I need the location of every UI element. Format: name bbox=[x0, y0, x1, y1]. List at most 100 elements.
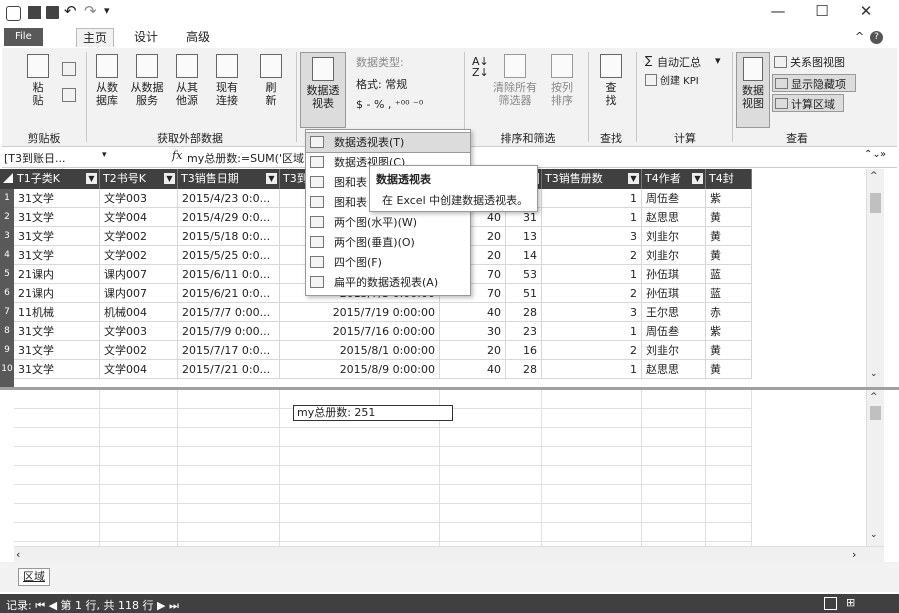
table-cell[interactable]: 31文学 bbox=[14, 208, 100, 227]
table-cell[interactable]: 黄 bbox=[706, 246, 752, 265]
undo-icon[interactable]: ↶ bbox=[64, 2, 77, 20]
table-cell[interactable]: 文学004 bbox=[100, 208, 178, 227]
table-cell[interactable]: 2015/5/18 0:0... bbox=[178, 227, 280, 246]
table-cell[interactable]: 2 bbox=[542, 284, 642, 303]
table-cell[interactable]: 黄 bbox=[706, 360, 752, 379]
table-cell[interactable]: 刘韭尔 bbox=[642, 341, 706, 360]
table-cell[interactable]: 2015/6/11 0:0... bbox=[178, 265, 280, 284]
scroll-down-icon[interactable]: ⌄ bbox=[870, 369, 878, 379]
table-cell[interactable]: 刘韭尔 bbox=[642, 246, 706, 265]
menu-item[interactable]: 两个图(垂直)(O) bbox=[306, 233, 470, 252]
vertical-scrollbar[interactable]: ^ ⌄ bbox=[866, 169, 884, 387]
table-cell[interactable]: 16 bbox=[506, 341, 542, 360]
scroll-right-icon[interactable]: › bbox=[852, 548, 856, 561]
tab-design[interactable]: 设计 bbox=[128, 28, 164, 46]
table-cell[interactable]: 2015/7/9 0:00... bbox=[178, 322, 280, 341]
table-cell[interactable]: 孙伍琪 bbox=[642, 284, 706, 303]
save-icon[interactable] bbox=[46, 6, 59, 19]
scroll-left-icon[interactable]: ‹ bbox=[16, 548, 20, 561]
row-number[interactable]: 2 bbox=[0, 208, 14, 227]
row-number[interactable]: 10 bbox=[0, 360, 14, 379]
menu-item[interactable]: 数据透视表(T) bbox=[305, 132, 471, 153]
clear-filters-button[interactable]: 清除所有 筛选器 bbox=[490, 54, 540, 107]
table-cell[interactable]: 周伍叁 bbox=[642, 189, 706, 208]
filter-dropdown-icon[interactable]: ▼ bbox=[692, 173, 703, 184]
number-format-buttons[interactable]: $ - % , ⁺⁰⁰ ⁻⁰ bbox=[356, 98, 423, 111]
table-cell[interactable]: 2015/7/17 0:0... bbox=[178, 341, 280, 360]
horizontal-scrollbar[interactable]: ‹ › bbox=[14, 546, 884, 563]
find-button[interactable]: 查 找 bbox=[594, 54, 628, 107]
table-cell[interactable]: 51 bbox=[506, 284, 542, 303]
row-number[interactable]: 1 bbox=[0, 189, 14, 208]
table-cell[interactable]: 2015/7/21 0:0... bbox=[178, 360, 280, 379]
menu-item[interactable]: 两个图(水平)(W) bbox=[306, 213, 470, 232]
table-cell[interactable]: 2015/4/23 0:0... bbox=[178, 189, 280, 208]
create-kpi-button[interactable]: 创建 KPI bbox=[660, 72, 699, 87]
table-cell[interactable]: 周伍叁 bbox=[642, 322, 706, 341]
table-cell[interactable]: 28 bbox=[506, 303, 542, 322]
column-header[interactable]: T1子类K ▼ bbox=[14, 169, 100, 189]
table-cell[interactable]: 刘韭尔 bbox=[642, 227, 706, 246]
table-cell[interactable]: 11机械 bbox=[14, 303, 100, 322]
sort-by-column-button[interactable]: 按列 排序 bbox=[542, 54, 582, 107]
show-hidden-button[interactable]: 显示隐藏项 bbox=[772, 74, 856, 92]
table-cell[interactable]: 2015/7/7 0:00... bbox=[178, 303, 280, 322]
calc-area-button[interactable]: 计算区域 bbox=[772, 94, 844, 112]
from-other-button[interactable]: 从其 他源 bbox=[170, 54, 204, 107]
table-cell[interactable]: 31文学 bbox=[14, 322, 100, 341]
table-cell[interactable]: 3 bbox=[542, 303, 642, 322]
table-cell[interactable]: 文学003 bbox=[100, 322, 178, 341]
grid-view-icon[interactable] bbox=[824, 597, 837, 610]
menu-item[interactable]: 四个图(F) bbox=[306, 253, 470, 272]
table-cell[interactable]: 23 bbox=[506, 322, 542, 341]
column-header[interactable]: T2书号K ▼ bbox=[100, 169, 178, 189]
table-cell[interactable]: 2 bbox=[542, 341, 642, 360]
table-cell[interactable]: 53 bbox=[506, 265, 542, 284]
table-cell[interactable]: 2015/4/29 0:0... bbox=[178, 208, 280, 227]
filter-dropdown-icon[interactable]: ▼ bbox=[628, 173, 639, 184]
row-number[interactable] bbox=[0, 379, 14, 387]
table-cell[interactable]: 蓝 bbox=[706, 265, 752, 284]
table-cell[interactable]: 赤 bbox=[706, 303, 752, 322]
row-number[interactable]: 8 bbox=[0, 322, 14, 341]
menu-item[interactable]: 扁平的数据透视表(A) bbox=[306, 273, 470, 292]
table-cell[interactable]: 黄 bbox=[706, 227, 752, 246]
diagram-view-button[interactable]: 关系图视图 bbox=[790, 54, 845, 70]
table-cell[interactable]: 赵思思 bbox=[642, 360, 706, 379]
table-row[interactable]: 31文学 文学003 2015/7/9 0:00... 2015/7/16 0:00:… bbox=[14, 322, 752, 341]
record-navigator[interactable]: 记录: ⏮ ◀ 第 1 行, 共 118 行 ▶ ⏭ bbox=[6, 597, 179, 613]
table-cell[interactable]: 1 bbox=[542, 265, 642, 284]
table-cell[interactable]: 31文学 bbox=[14, 227, 100, 246]
table-cell[interactable]: 文学002 bbox=[100, 246, 178, 265]
table-cell[interactable]: 文学002 bbox=[100, 341, 178, 360]
row-number[interactable]: 4 bbox=[0, 246, 14, 265]
paste-button[interactable]: 粘 贴 bbox=[18, 54, 58, 107]
table-cell[interactable]: 21课内 bbox=[14, 284, 100, 303]
maximize-icon[interactable]: ☐ bbox=[807, 2, 837, 20]
table-cell[interactable]: 机械004 bbox=[100, 303, 178, 322]
table-cell[interactable]: 31文学 bbox=[14, 189, 100, 208]
row-number[interactable]: 9 bbox=[0, 341, 14, 360]
name-box[interactable]: [T3到账日... bbox=[4, 150, 116, 166]
table-cell[interactable]: 31文学 bbox=[14, 360, 100, 379]
filter-dropdown-icon[interactable]: ▼ bbox=[86, 173, 97, 184]
sheet-tab-area[interactable]: 区域 bbox=[18, 568, 50, 586]
table-cell[interactable]: 1 bbox=[542, 189, 642, 208]
table-cell[interactable]: 蓝 bbox=[706, 284, 752, 303]
table-cell[interactable]: 28 bbox=[506, 360, 542, 379]
collapse-ribbon-icon[interactable]: ^ bbox=[855, 30, 864, 43]
column-header[interactable]: T4作者 ▼ bbox=[642, 169, 706, 189]
fx-icon[interactable]: fx bbox=[172, 149, 182, 162]
table-cell[interactable]: 2015/8/9 0:00:00 bbox=[280, 360, 440, 379]
table-cell[interactable]: 1 bbox=[542, 360, 642, 379]
table-cell[interactable]: 孙伍琪 bbox=[642, 265, 706, 284]
expand-formula-icon[interactable]: ⌃⌄ bbox=[864, 149, 881, 160]
column-header[interactable]: T4封 bbox=[706, 169, 752, 189]
data-view-button[interactable]: 数据 视图 bbox=[736, 52, 770, 128]
table-cell[interactable]: 14 bbox=[506, 246, 542, 265]
table-cell[interactable]: 课内007 bbox=[100, 265, 178, 284]
table-cell[interactable]: 王尔思 bbox=[642, 303, 706, 322]
tab-home[interactable]: 主页 bbox=[76, 28, 115, 47]
refresh-button[interactable]: 刷 新 bbox=[254, 54, 288, 107]
table-cell[interactable]: 31文学 bbox=[14, 341, 100, 360]
